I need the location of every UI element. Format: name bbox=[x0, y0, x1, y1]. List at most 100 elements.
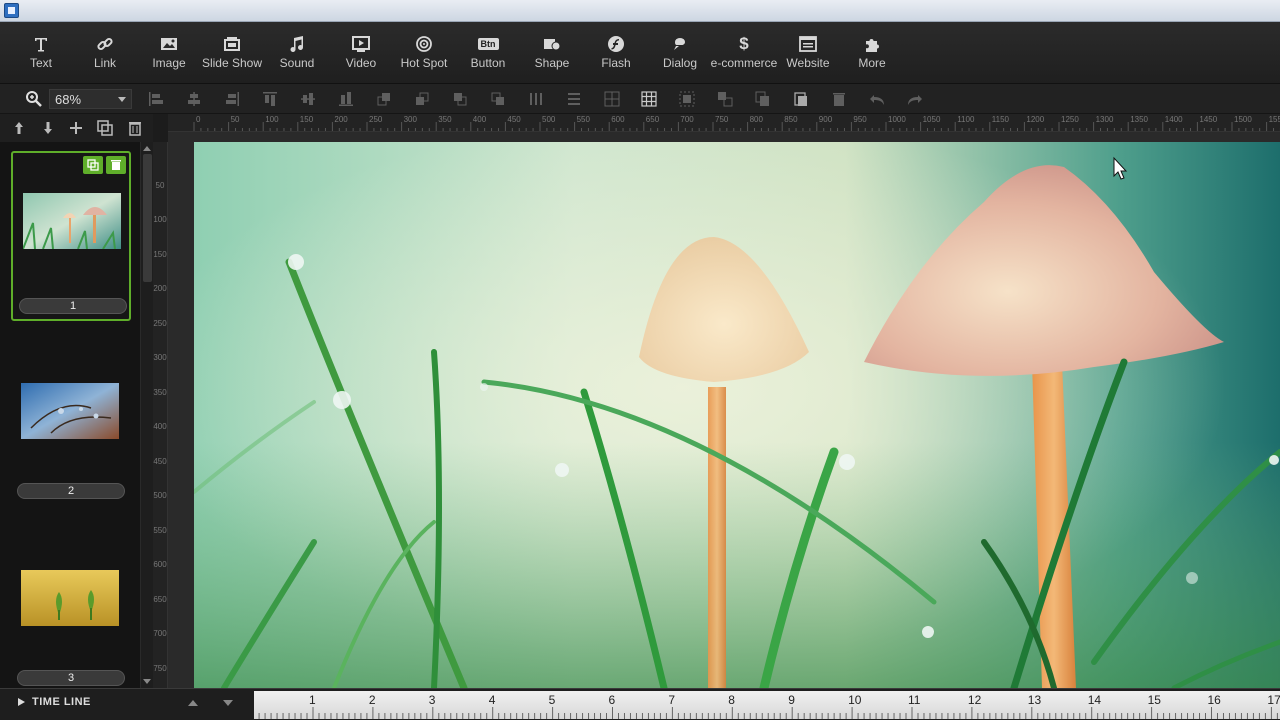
puzzle-icon bbox=[835, 34, 909, 54]
distribute-horizontal-icon[interactable] bbox=[528, 91, 544, 107]
bring-front-icon[interactable] bbox=[376, 91, 392, 107]
redo-icon[interactable] bbox=[907, 91, 923, 107]
ruler-label: 500 bbox=[153, 491, 167, 500]
ruler-label: 350 bbox=[153, 387, 167, 397]
ruler-label: 1100 bbox=[957, 115, 975, 124]
timeline-expand-icon[interactable] bbox=[222, 698, 234, 708]
ruler-label: 1250 bbox=[1061, 115, 1079, 124]
align-middle-icon[interactable] bbox=[300, 91, 316, 107]
dollar-icon: $ bbox=[739, 34, 749, 53]
slide-item-3[interactable]: 3 bbox=[11, 525, 131, 688]
timeline-scale[interactable]: 1 2 3 4 5 6 7 8 9 10 11 12 13 14 15 16 17 bbox=[254, 691, 1280, 719]
paste-icon[interactable] bbox=[793, 91, 809, 107]
group-icon[interactable] bbox=[679, 91, 695, 107]
flash-tool-label: Flash bbox=[601, 56, 631, 70]
timeline-bar: TIME LINE 1 2 3 4 5 6 7 8 9 10 11 12 13 14 15 16 17 bbox=[0, 688, 1280, 720]
more-tool-label: More bbox=[858, 56, 886, 70]
zoom-dropdown[interactable]: 68% bbox=[49, 89, 132, 109]
ruler-label: 1450 bbox=[1199, 115, 1218, 124]
slide-background-image bbox=[194, 142, 1280, 688]
send-back-icon[interactable] bbox=[490, 91, 506, 107]
scroll-up-icon[interactable] bbox=[143, 146, 151, 151]
send-backward-icon[interactable] bbox=[452, 91, 468, 107]
shape-tool-button[interactable]: Shape bbox=[515, 34, 589, 70]
text-tool-button[interactable]: Text bbox=[4, 34, 78, 70]
vertical-ruler: 50 100 150 200 250 300 350 400 450 500 550 600 650 70… bbox=[153, 142, 168, 688]
slide-item-2[interactable]: 2 bbox=[11, 338, 131, 508]
move-down-icon[interactable] bbox=[40, 120, 56, 136]
ungroup-icon[interactable] bbox=[717, 91, 733, 107]
ruler-label: 900 bbox=[818, 115, 833, 124]
website-tool-button[interactable]: Website bbox=[771, 34, 845, 70]
sound-tool-button[interactable]: Sound bbox=[260, 34, 334, 70]
slide-actions bbox=[83, 156, 126, 174]
ruler-label: 250 bbox=[369, 115, 383, 124]
ruler-label: 750 bbox=[153, 663, 167, 673]
delete-slide-icon[interactable] bbox=[127, 120, 143, 136]
distribute-vertical-icon[interactable] bbox=[566, 91, 582, 107]
ecommerce-tool-label: e-commerce bbox=[710, 56, 778, 70]
timeline-mark: 16 bbox=[1207, 693, 1221, 707]
target-icon bbox=[387, 34, 461, 54]
undo-icon[interactable] bbox=[869, 91, 885, 107]
slide-tools bbox=[0, 114, 153, 142]
slide-thumbnail bbox=[21, 570, 119, 626]
timeline-label: TIME LINE bbox=[32, 696, 91, 708]
zoom-icon[interactable] bbox=[25, 90, 43, 108]
button-tool-label: Button bbox=[470, 56, 506, 70]
flash-tool-button[interactable]: Flash bbox=[579, 34, 653, 70]
ruler-label: 100 bbox=[153, 215, 167, 224]
ruler-label: 450 bbox=[153, 456, 167, 466]
ruler-label: 200 bbox=[153, 284, 167, 293]
website-icon bbox=[771, 34, 845, 54]
slide-item-1[interactable]: 1 bbox=[11, 151, 131, 321]
ruler-label: 150 bbox=[153, 249, 167, 259]
copy-icon[interactable] bbox=[755, 91, 771, 107]
align-right-icon[interactable] bbox=[224, 91, 240, 107]
ruler-label: 600 bbox=[611, 115, 625, 124]
align-center-icon[interactable] bbox=[186, 91, 202, 107]
shape-tool-label: Shape bbox=[534, 56, 570, 70]
align-left-icon[interactable] bbox=[148, 91, 164, 107]
ruler-label: 1150 bbox=[991, 115, 1009, 124]
slide-canvas[interactable] bbox=[194, 142, 1280, 688]
ruler-label: 600 bbox=[153, 560, 167, 569]
hotspot-tool-button[interactable]: Hot Spot bbox=[387, 34, 461, 70]
timeline-mark: 11 bbox=[908, 693, 921, 707]
ruler-label: 150 bbox=[299, 115, 314, 124]
add-slide-icon[interactable] bbox=[68, 120, 84, 136]
align-bottom-icon[interactable] bbox=[338, 91, 354, 107]
scroll-down-icon[interactable] bbox=[143, 679, 151, 684]
bring-forward-icon[interactable] bbox=[414, 91, 430, 107]
slideshow-tool-button[interactable]: Slide Show bbox=[195, 34, 269, 70]
zoom-value: 68% bbox=[55, 92, 82, 107]
timeline-mark: 13 bbox=[1027, 693, 1042, 707]
ecommerce-tool-button[interactable]: $ e-commerce bbox=[707, 34, 781, 70]
dialog-tool-button[interactable]: Dialog bbox=[643, 34, 717, 70]
move-up-icon[interactable] bbox=[11, 120, 27, 136]
duplicate-slide-icon[interactable] bbox=[97, 120, 113, 136]
align-top-icon[interactable] bbox=[262, 91, 278, 107]
delete-slide-button[interactable] bbox=[106, 156, 126, 174]
scrollbar-thumb[interactable] bbox=[143, 154, 152, 282]
timeline-mark: 8 bbox=[728, 693, 735, 707]
same-size-icon[interactable] bbox=[604, 91, 620, 107]
slideshow-tool-label: Slide Show bbox=[201, 56, 263, 70]
timeline-mark: 3 bbox=[428, 693, 436, 707]
flash-icon bbox=[579, 34, 653, 54]
timeline-collapse-icon[interactable] bbox=[187, 698, 199, 708]
delete-icon[interactable] bbox=[831, 91, 847, 107]
ruler-label: 650 bbox=[153, 594, 167, 604]
timeline-mark: 1 bbox=[309, 693, 316, 707]
music-note-icon bbox=[260, 34, 334, 54]
link-tool-button[interactable]: Link bbox=[68, 34, 142, 70]
slide-number: 1 bbox=[19, 298, 127, 314]
grid-icon[interactable] bbox=[641, 91, 657, 107]
ruler-label: 500 bbox=[542, 115, 556, 124]
copy-slide-button[interactable] bbox=[83, 156, 103, 174]
title-bar bbox=[0, 0, 1280, 22]
play-triangle-icon[interactable] bbox=[16, 697, 26, 707]
button-tool-button[interactable]: Btn Button bbox=[451, 34, 525, 70]
slides-scrollbar[interactable] bbox=[140, 142, 153, 688]
more-tool-button[interactable]: More bbox=[835, 34, 909, 70]
